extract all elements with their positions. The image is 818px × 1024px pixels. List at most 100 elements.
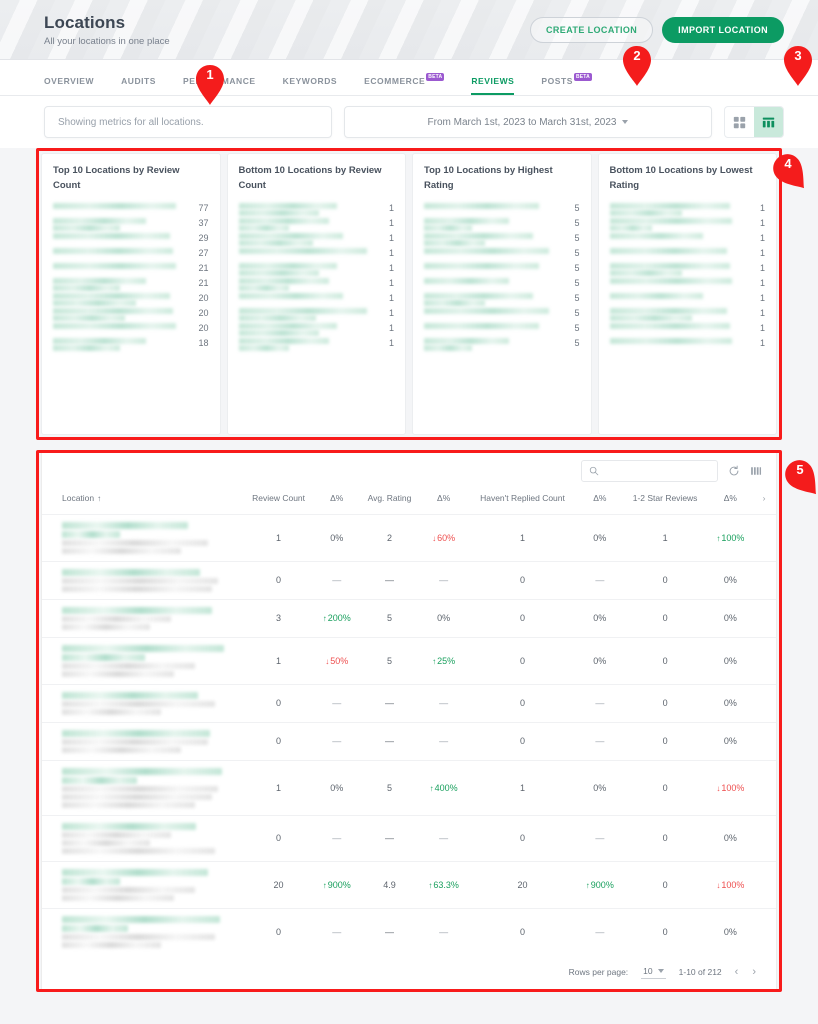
column-header-location[interactable]: Location ↑ xyxy=(42,488,242,514)
tab-reviews[interactable]: REVIEWS xyxy=(471,76,515,95)
redacted-location-block xyxy=(62,822,232,854)
redacted-location-name-line xyxy=(62,877,120,885)
cell-avg-rating-value: 5 xyxy=(386,782,392,793)
grid-view-button[interactable] xyxy=(725,107,754,137)
column-header-[interactable]: Δ% xyxy=(315,488,358,514)
cell-avg-rating-value: — xyxy=(384,736,394,747)
chevron-down-icon xyxy=(622,120,629,124)
next-page-button[interactable]: › xyxy=(752,966,756,978)
tab-posts[interactable]: POSTS BETA xyxy=(541,73,592,95)
chart-bar-row: 1 xyxy=(609,248,765,261)
chart-bar-value: 1 xyxy=(388,338,394,348)
column-header-review-count[interactable]: Review Count xyxy=(242,488,315,514)
table-row[interactable]: 1 ↓50% 5 ↑25% 0 0% 0 0% xyxy=(42,637,776,684)
chart-bar-row: 5 xyxy=(424,308,580,321)
redacted-location-name xyxy=(238,218,373,231)
redacted-location-block xyxy=(62,767,232,808)
chart-bar-value: 5 xyxy=(574,323,580,333)
cell-location[interactable] xyxy=(42,599,242,637)
cell-avg-rating-delta: ↑63.3% xyxy=(421,861,467,908)
table-row[interactable]: 20 ↑900% 4.9 ↑63.3% 20 ↑900% 0 ↓100% xyxy=(42,861,776,908)
redacted-location-name-line xyxy=(62,924,129,932)
cell-location[interactable] xyxy=(42,561,242,599)
column-header-avg-rating[interactable]: Avg. Rating xyxy=(358,488,420,514)
redacted-location-address-line xyxy=(62,933,215,940)
chart-bar-value: 5 xyxy=(574,338,580,348)
column-header-[interactable]: Δ% xyxy=(421,488,467,514)
cell-location[interactable] xyxy=(42,861,242,908)
chart-bar-value: 5 xyxy=(574,293,580,303)
header-actions: CREATE LOCATION IMPORT LOCATION xyxy=(530,16,784,43)
redacted-location-block xyxy=(62,729,232,753)
cell-row-overflow xyxy=(752,760,776,815)
table-row[interactable]: 0 — — — 0 — 0 0% xyxy=(42,908,776,955)
table-row[interactable]: 0 — — — 0 — 0 0% xyxy=(42,561,776,599)
locations-filter-input[interactable]: Showing metrics for all locations. xyxy=(44,106,332,138)
tab-audits[interactable]: AUDITS xyxy=(121,76,156,95)
cell-location[interactable] xyxy=(42,908,242,955)
prev-page-button[interactable]: ‹ xyxy=(735,966,739,978)
import-location-button[interactable]: IMPORT LOCATION xyxy=(662,16,784,43)
rows-per-page-select[interactable]: 10 xyxy=(641,966,666,979)
cell-location[interactable] xyxy=(42,684,242,722)
table-row[interactable]: 1 0% 5 ↑400% 1 0% 0 ↓100% xyxy=(42,760,776,815)
redacted-location-name xyxy=(238,263,373,276)
cell-location[interactable] xyxy=(42,722,242,760)
cell-location[interactable] xyxy=(42,514,242,561)
tab-performance[interactable]: PERFORMANCE xyxy=(183,76,256,95)
columns-settings-button[interactable] xyxy=(750,465,762,477)
redacted-text-line xyxy=(424,278,510,284)
table-row[interactable]: 1 0% 2 ↓60% 1 0% 1 ↑100% xyxy=(42,514,776,561)
redacted-text-line xyxy=(609,338,733,344)
table-row[interactable]: 0 — — — 0 — 0 0% xyxy=(42,815,776,861)
table-row[interactable]: 3 ↑200% 5 0% 0 0% 0 0% xyxy=(42,599,776,637)
create-location-button[interactable]: CREATE LOCATION xyxy=(530,16,654,43)
column-header-1-2-star-reviews[interactable]: 1-2 Star Reviews xyxy=(621,488,708,514)
cell-row-overflow xyxy=(752,637,776,684)
cell-havent-replied-delta: — xyxy=(578,815,621,861)
cell-havent-replied-count-value: 1 xyxy=(519,782,525,793)
table-row[interactable]: 0 — — — 0 — 0 0% xyxy=(42,722,776,760)
redacted-location-name-line xyxy=(62,822,197,830)
chart-bar-value: 1 xyxy=(388,308,394,318)
redacted-text-line xyxy=(53,323,176,329)
redacted-text-line xyxy=(238,323,338,329)
redacted-text-line xyxy=(53,233,171,239)
cell-1-2-star-delta: 0% xyxy=(709,637,752,684)
tab-overview[interactable]: OVERVIEW xyxy=(44,76,94,95)
cell-location[interactable] xyxy=(42,637,242,684)
chevron-right-icon[interactable]: › xyxy=(763,493,766,503)
table-row[interactable]: 0 — — — 0 — 0 0% xyxy=(42,684,776,722)
cell-1-2-star-reviews: 0 xyxy=(621,760,708,815)
cell-location[interactable] xyxy=(42,815,242,861)
cell-location[interactable] xyxy=(42,760,242,815)
locations-filter-text: Showing metrics for all locations. xyxy=(58,116,204,128)
column-header-haven-t-replied-count[interactable]: Haven't Replied Count xyxy=(467,488,578,514)
chart-bar-value: 1 xyxy=(388,293,394,303)
cell-avg-rating: 2 xyxy=(358,514,420,561)
cell-review-count: 0 xyxy=(242,908,315,955)
column-header-more[interactable]: › xyxy=(752,488,776,514)
redacted-text-line xyxy=(238,308,367,314)
table-search-box[interactable] xyxy=(581,460,718,482)
refresh-button[interactable] xyxy=(728,465,740,477)
column-header-[interactable]: Δ% xyxy=(578,488,621,514)
cell-havent-replied-delta-value: 900% xyxy=(590,879,614,890)
chart-bar-row: 1 xyxy=(609,323,765,336)
cell-avg-rating-delta: — xyxy=(421,561,467,599)
columns-settings-icon xyxy=(751,467,762,475)
arrow-up-icon: ↑ xyxy=(585,880,590,890)
redacted-location-name-line xyxy=(62,530,120,538)
tab-label: PERFORMANCE xyxy=(183,76,256,86)
table-view-button[interactable] xyxy=(754,107,783,137)
redacted-text-line xyxy=(238,270,319,276)
column-header-[interactable]: Δ% xyxy=(709,488,752,514)
cell-review-count: 20 xyxy=(242,861,315,908)
tab-ecommerce[interactable]: ECOMMERCE BETA xyxy=(364,73,445,95)
cell-1-2-star-reviews-value: 0 xyxy=(662,575,668,586)
chart-bar-value: 1 xyxy=(388,203,394,213)
tab-keywords[interactable]: KEYWORDS xyxy=(283,76,337,95)
redacted-text-line xyxy=(238,293,343,299)
cell-review-count-value: 0 xyxy=(276,575,282,586)
date-range-selector[interactable]: From March 1st, 2023 to March 31st, 2023 xyxy=(344,106,712,138)
